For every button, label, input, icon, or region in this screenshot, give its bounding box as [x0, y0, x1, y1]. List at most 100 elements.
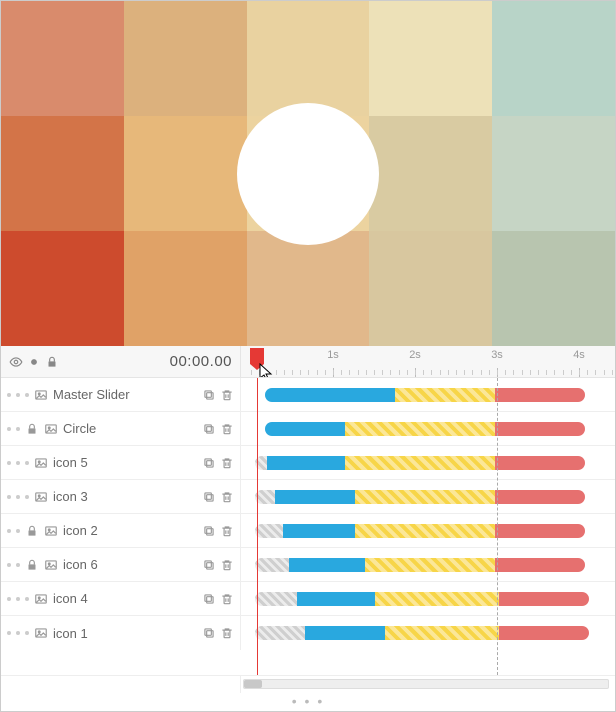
- bar-segment-red[interactable]: [495, 422, 585, 436]
- layer-name[interactable]: icon 4: [53, 591, 88, 606]
- bar-segment-red[interactable]: [495, 490, 585, 504]
- animation-bar[interactable]: [265, 422, 585, 436]
- lock-toggle[interactable]: [25, 495, 29, 499]
- solo-toggle[interactable]: [16, 597, 20, 601]
- visibility-toggle[interactable]: [7, 427, 11, 431]
- layer-track[interactable]: [241, 412, 615, 445]
- layer-row[interactable]: icon 6: [1, 548, 615, 582]
- bar-segment-yellow[interactable]: [355, 524, 495, 538]
- layer-name[interactable]: icon 3: [53, 489, 88, 504]
- animation-bar[interactable]: [265, 388, 585, 402]
- solo-toggle[interactable]: [16, 393, 20, 397]
- solo-toggle[interactable]: [16, 427, 20, 431]
- visibility-toggle[interactable]: [7, 563, 11, 567]
- solo-toggle[interactable]: [16, 529, 20, 533]
- layer-name[interactable]: icon 1: [53, 626, 88, 641]
- solo-toggle[interactable]: [16, 563, 20, 567]
- layer-header[interactable]: Circle: [1, 412, 241, 445]
- lock-toggle[interactable]: [25, 631, 29, 635]
- preview-canvas[interactable]: [1, 1, 615, 346]
- layer-name[interactable]: icon 5: [53, 455, 88, 470]
- solo-column-icon[interactable]: [27, 355, 41, 369]
- delete-button[interactable]: [220, 490, 234, 504]
- layer-header[interactable]: icon 1: [1, 616, 241, 650]
- bar-segment-red[interactable]: [495, 388, 585, 402]
- duplicate-button[interactable]: [202, 626, 216, 640]
- bar-segment-blue[interactable]: [267, 456, 345, 470]
- bar-segment-gray[interactable]: [255, 524, 283, 538]
- layer-row[interactable]: icon 4: [1, 582, 615, 616]
- lock-icon[interactable]: [25, 524, 39, 538]
- preview-circle[interactable]: [237, 103, 379, 245]
- playhead[interactable]: [250, 348, 264, 364]
- delete-button[interactable]: [220, 592, 234, 606]
- duplicate-button[interactable]: [202, 592, 216, 606]
- bar-segment-red[interactable]: [499, 626, 589, 640]
- bar-segment-blue[interactable]: [289, 558, 365, 572]
- layer-row[interactable]: icon 3: [1, 480, 615, 514]
- bar-segment-yellow[interactable]: [385, 626, 499, 640]
- bar-segment-gray[interactable]: [255, 626, 305, 640]
- bar-segment-blue[interactable]: [297, 592, 375, 606]
- bar-segment-blue[interactable]: [283, 524, 355, 538]
- lock-column-icon[interactable]: [45, 355, 59, 369]
- bar-segment-blue[interactable]: [265, 422, 345, 436]
- time-ruler[interactable]: 1s2s3s4s: [241, 346, 615, 377]
- layer-header[interactable]: icon 5: [1, 446, 241, 479]
- visibility-toggle[interactable]: [7, 631, 11, 635]
- layer-track[interactable]: [241, 378, 615, 411]
- duplicate-button[interactable]: [202, 490, 216, 504]
- layer-track[interactable]: [241, 616, 615, 650]
- duplicate-button[interactable]: [202, 422, 216, 436]
- bar-segment-yellow[interactable]: [365, 558, 495, 572]
- layer-header[interactable]: icon 4: [1, 582, 241, 615]
- bar-segment-blue[interactable]: [265, 388, 395, 402]
- layer-header[interactable]: icon 6: [1, 548, 241, 581]
- layer-row[interactable]: icon 5: [1, 446, 615, 480]
- bar-segment-yellow[interactable]: [355, 490, 495, 504]
- layer-row[interactable]: Circle: [1, 412, 615, 446]
- delete-button[interactable]: [220, 626, 234, 640]
- resize-handle[interactable]: • • •: [1, 693, 615, 711]
- visibility-toggle[interactable]: [7, 393, 11, 397]
- layer-name[interactable]: Master Slider: [53, 387, 130, 402]
- layer-row[interactable]: icon 2: [1, 514, 615, 548]
- solo-toggle[interactable]: [16, 631, 20, 635]
- delete-button[interactable]: [220, 422, 234, 436]
- bar-segment-yellow[interactable]: [345, 422, 495, 436]
- animation-bar[interactable]: [255, 456, 585, 470]
- horizontal-scrollbar[interactable]: [243, 679, 609, 689]
- bar-segment-blue[interactable]: [275, 490, 355, 504]
- bar-segment-gray[interactable]: [255, 490, 275, 504]
- duplicate-button[interactable]: [202, 456, 216, 470]
- bar-segment-yellow[interactable]: [345, 456, 495, 470]
- solo-toggle[interactable]: [16, 461, 20, 465]
- bar-segment-gray[interactable]: [255, 456, 267, 470]
- visibility-toggle[interactable]: [7, 597, 11, 601]
- animation-bar[interactable]: [255, 558, 585, 572]
- layer-name[interactable]: icon 6: [63, 557, 98, 572]
- delete-button[interactable]: [220, 388, 234, 402]
- bar-segment-yellow[interactable]: [395, 388, 495, 402]
- animation-bar[interactable]: [255, 490, 585, 504]
- lock-toggle[interactable]: [25, 461, 29, 465]
- duplicate-button[interactable]: [202, 524, 216, 538]
- lock-icon[interactable]: [25, 558, 39, 572]
- layer-header[interactable]: Master Slider: [1, 378, 241, 411]
- scrollbar-thumb[interactable]: [244, 680, 262, 688]
- layer-name[interactable]: Circle: [63, 421, 96, 436]
- delete-button[interactable]: [220, 524, 234, 538]
- bar-segment-gray[interactable]: [255, 558, 289, 572]
- bar-segment-yellow[interactable]: [375, 592, 499, 606]
- bar-segment-red[interactable]: [499, 592, 589, 606]
- bar-segment-gray[interactable]: [255, 592, 297, 606]
- bar-segment-red[interactable]: [495, 558, 585, 572]
- lock-toggle[interactable]: [25, 597, 29, 601]
- layer-row[interactable]: icon 1: [1, 616, 615, 650]
- layer-track[interactable]: [241, 446, 615, 479]
- bar-segment-red[interactable]: [495, 456, 585, 470]
- layer-header[interactable]: icon 3: [1, 480, 241, 513]
- duplicate-button[interactable]: [202, 388, 216, 402]
- animation-bar[interactable]: [255, 592, 589, 606]
- delete-button[interactable]: [220, 456, 234, 470]
